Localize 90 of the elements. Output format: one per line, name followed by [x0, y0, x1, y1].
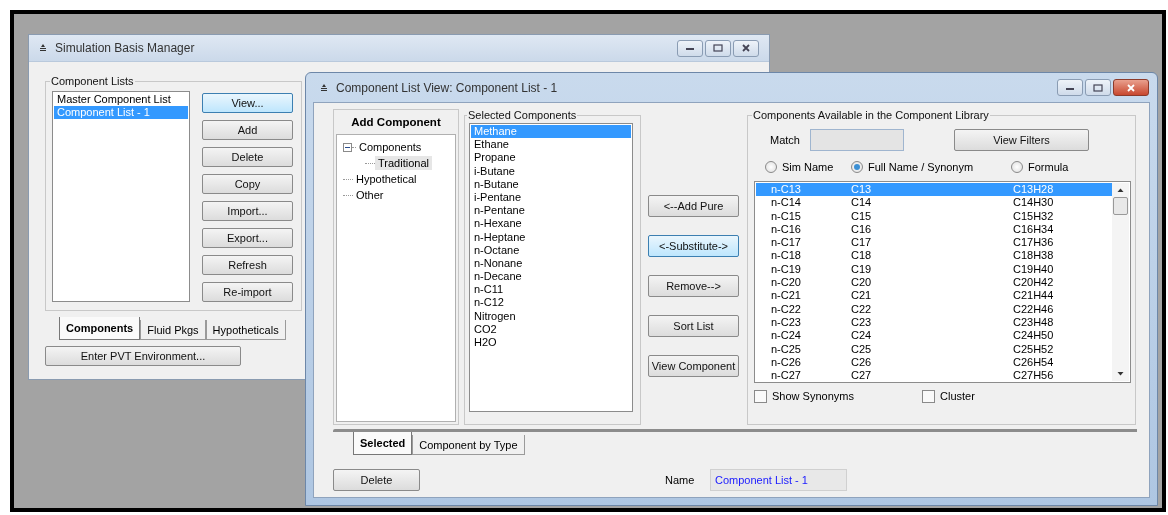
list-row[interactable]: n-C18 C18 C18H38	[756, 249, 1112, 263]
view-filters-button[interactable]: View Filters	[954, 129, 1089, 151]
close-button[interactable]	[1113, 79, 1149, 96]
button[interactable]: <--Add Pure	[648, 195, 739, 217]
field-label: Name	[665, 474, 696, 486]
button[interactable]: Export...	[202, 228, 293, 248]
tab[interactable]: Components	[59, 317, 141, 340]
pvt-environment-button[interactable]: Enter PVT Environment...	[45, 346, 241, 366]
tree-item[interactable]: Components	[356, 140, 425, 154]
window-title: Component List View: Component List - 1	[336, 80, 558, 95]
minimize-button[interactable]	[1057, 79, 1083, 96]
list-item[interactable]: i-Butane	[471, 164, 631, 178]
list-row[interactable]: n-C23 C23 C23H48	[756, 315, 1112, 330]
list-row[interactable]: n-C26 C26 C26H54	[756, 355, 1112, 370]
delete-button[interactable]: Delete	[333, 469, 420, 491]
maximize-icon	[1093, 83, 1103, 92]
list-item[interactable]: n-Heptane	[471, 230, 631, 244]
tab[interactable]: Hypotheticals	[205, 320, 286, 340]
radio-button[interactable]	[765, 161, 777, 173]
button[interactable]: Add	[202, 120, 293, 140]
button[interactable]: Sort List	[648, 315, 739, 337]
button[interactable]: Remove-->	[648, 275, 739, 297]
list-item[interactable]: CO2	[471, 322, 631, 336]
app-icon	[320, 83, 328, 92]
list-row[interactable]: n-C22 C22 C22H46	[756, 302, 1112, 316]
list-item[interactable]: n-Hexane	[471, 217, 631, 231]
list-item[interactable]: Ethane	[471, 138, 631, 152]
minimize-button[interactable]	[677, 39, 703, 57]
list-row[interactable]: n-C25 C25 C25H52	[756, 342, 1112, 356]
list-row[interactable]: n-C14 C14 C14H30	[756, 196, 1112, 210]
list-item[interactable]: Master Component List	[54, 93, 188, 106]
button[interactable]: Delete	[202, 147, 293, 167]
button[interactable]: Refresh	[202, 255, 293, 275]
button[interactable]: Import...	[202, 201, 293, 221]
list-item[interactable]: n-Butane	[471, 177, 631, 191]
list-row[interactable]: n-C24 C24 C24H50	[756, 329, 1112, 343]
list-item[interactable]: n-C12	[471, 296, 631, 310]
list-row[interactable]: n-C27 C27 C27H56	[756, 369, 1112, 383]
list-row[interactable]: n-C15 C15 C15H32	[756, 209, 1112, 223]
group-label: Component Lists	[50, 75, 135, 87]
button[interactable]: Re-import	[202, 282, 293, 302]
tab[interactable]: Fluid Pkgs	[140, 320, 206, 340]
minimize-icon	[685, 45, 695, 51]
name-field[interactable]: Component List - 1	[710, 469, 847, 491]
scrollbar[interactable]	[1112, 183, 1129, 381]
collapse-icon[interactable]	[343, 142, 352, 152]
app-icon	[39, 44, 47, 52]
radio-button[interactable]	[851, 161, 863, 173]
panel-header: Add Component	[350, 115, 442, 130]
list-item[interactable]: n-Decane	[471, 270, 631, 284]
list-item[interactable]: n-C11	[471, 283, 631, 297]
list-row[interactable]: n-C21 C21 C21H44	[756, 289, 1112, 303]
close-button[interactable]	[733, 39, 759, 57]
list-row[interactable]: n-C16 C16 C16H34	[756, 222, 1112, 237]
radio-label: Sim Name	[782, 161, 834, 173]
group-label: Components Available in the Component Library	[752, 109, 990, 121]
list-row[interactable]: n-C17 C17 C17H36	[756, 236, 1112, 250]
checkbox-label: Show Synonyms	[772, 390, 854, 402]
checkbox-label: Cluster	[940, 390, 975, 402]
match-field[interactable]	[810, 129, 904, 151]
list-row[interactable]: n-C19 C19 C19H40	[756, 262, 1112, 277]
list-row[interactable]: n-C20 C20 C20H42	[756, 276, 1112, 290]
list-item[interactable]: H2O	[471, 336, 631, 350]
radio-label: Formula	[1028, 161, 1069, 173]
scroll-thumb[interactable]	[1113, 197, 1128, 215]
group-label: Selected Components	[467, 109, 578, 121]
window-title: Simulation Basis Manager	[55, 41, 195, 55]
maximize-icon	[713, 44, 723, 52]
checkbox[interactable]	[754, 389, 767, 403]
checkbox[interactable]	[922, 389, 935, 403]
field-label: Match	[769, 134, 801, 146]
radio-label: Full Name / Synonym	[868, 161, 974, 173]
list-item[interactable]: Nitrogen	[471, 309, 631, 323]
list-item[interactable]: Propane	[471, 151, 631, 165]
button[interactable]: View...	[202, 93, 293, 113]
button[interactable]: View Component	[648, 355, 739, 377]
radio-button[interactable]	[1011, 161, 1023, 173]
tree-item[interactable]: Hypothetical	[353, 172, 420, 186]
list-item[interactable]: n-Nonane	[471, 256, 631, 271]
tree-item[interactable]: Other	[353, 188, 387, 202]
tree-item[interactable]: Traditional	[375, 156, 432, 170]
tab[interactable]: Selected	[353, 432, 413, 455]
tab[interactable]: Component by Type	[412, 435, 525, 455]
button[interactable]: <-Substitute->	[648, 235, 739, 257]
list-item[interactable]: n-Pentane	[471, 204, 631, 218]
list-item[interactable]: i-Pentane	[471, 190, 631, 205]
list-item[interactable]: n-Octane	[471, 243, 631, 257]
close-icon	[741, 44, 751, 52]
close-icon	[1126, 83, 1136, 92]
button[interactable]: Copy	[202, 174, 293, 194]
